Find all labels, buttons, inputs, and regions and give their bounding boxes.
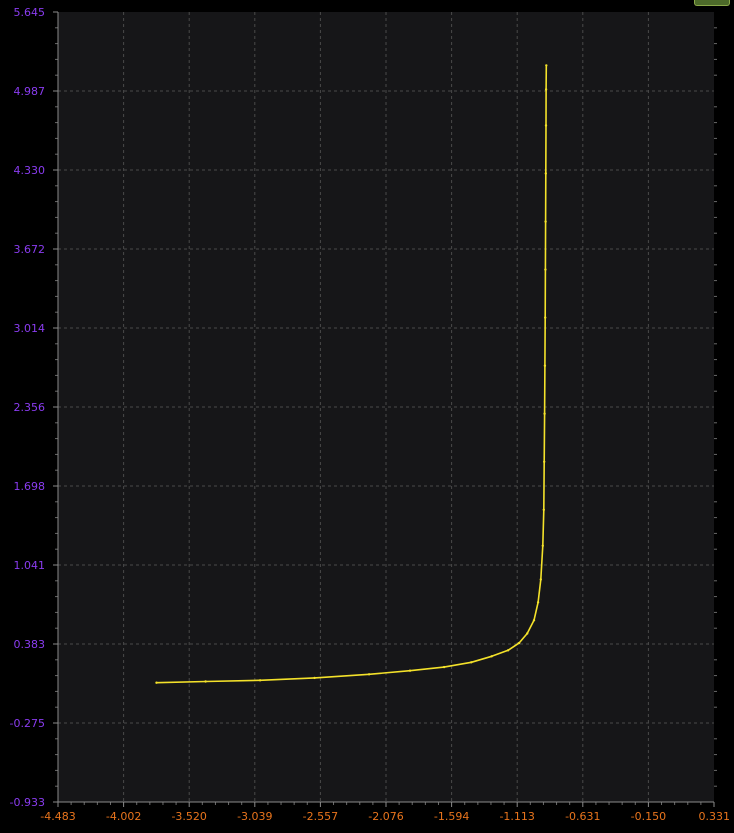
data-point <box>442 665 446 669</box>
data-point <box>408 669 412 672</box>
data-point <box>544 172 547 175</box>
data-point <box>543 460 546 463</box>
y-tick-label: 4.987 <box>14 85 46 98</box>
x-tick-label: -2.557 <box>303 810 338 823</box>
x-tick-labels: -4.483 -4.002 -3.520 -3.039 -2.557 -2.076 -1.5… <box>40 810 730 823</box>
data-point <box>544 316 547 319</box>
y-tick-label: 1.698 <box>14 480 46 493</box>
data-point <box>539 578 542 581</box>
data-point <box>543 364 547 367</box>
x-tick-label: -3.039 <box>237 810 272 823</box>
data-point <box>544 220 547 223</box>
data-point <box>536 601 540 604</box>
data-point <box>545 64 548 67</box>
x-tick-label: -0.631 <box>565 810 600 823</box>
y-tick-label: 4.330 <box>14 164 46 177</box>
data-point <box>506 649 510 652</box>
data-point <box>544 268 547 271</box>
x-tick-label: 0.331 <box>699 810 731 823</box>
y-tick-label: 3.014 <box>14 322 46 335</box>
data-point <box>204 680 207 683</box>
y-tick-label: 5.645 <box>14 6 46 19</box>
data-point <box>490 655 493 658</box>
x-tick-label: -0.150 <box>631 810 666 823</box>
x-tick-label: -4.002 <box>106 810 141 823</box>
data-point <box>543 412 546 415</box>
data-point <box>526 632 529 635</box>
data-point <box>544 88 548 91</box>
data-point <box>532 619 536 622</box>
y-tick-labels: 5.645 4.987 4.330 3.672 3.014 2.356 1.698 1.041… <box>10 6 45 809</box>
data-point <box>367 673 371 676</box>
data-point <box>258 679 262 682</box>
data-point <box>313 676 316 680</box>
x-tick-label: -2.076 <box>368 810 403 823</box>
corner-button[interactable] <box>694 0 730 6</box>
y-tick-label: 3.672 <box>14 243 46 256</box>
data-point <box>155 681 158 684</box>
line-chart: 5.645 4.987 4.330 3.672 3.014 2.356 1.698 1.041… <box>10 6 730 823</box>
y-tick-label: 0.383 <box>14 638 46 651</box>
x-tick-label: -1.113 <box>499 810 534 823</box>
data-point <box>544 124 548 127</box>
data-point <box>470 661 473 664</box>
x-tick-label: -4.483 <box>40 810 75 823</box>
x-tick-label: -3.520 <box>171 810 206 823</box>
y-tick-label: -0.275 <box>10 717 45 730</box>
x-tick-label: -1.594 <box>434 810 469 823</box>
data-point <box>541 544 544 547</box>
y-tick-label: 1.041 <box>14 559 46 572</box>
y-tick-label: 2.356 <box>14 401 46 414</box>
y-tick-label: -0.933 <box>10 796 45 809</box>
data-point <box>542 508 545 511</box>
data-point <box>517 641 521 645</box>
